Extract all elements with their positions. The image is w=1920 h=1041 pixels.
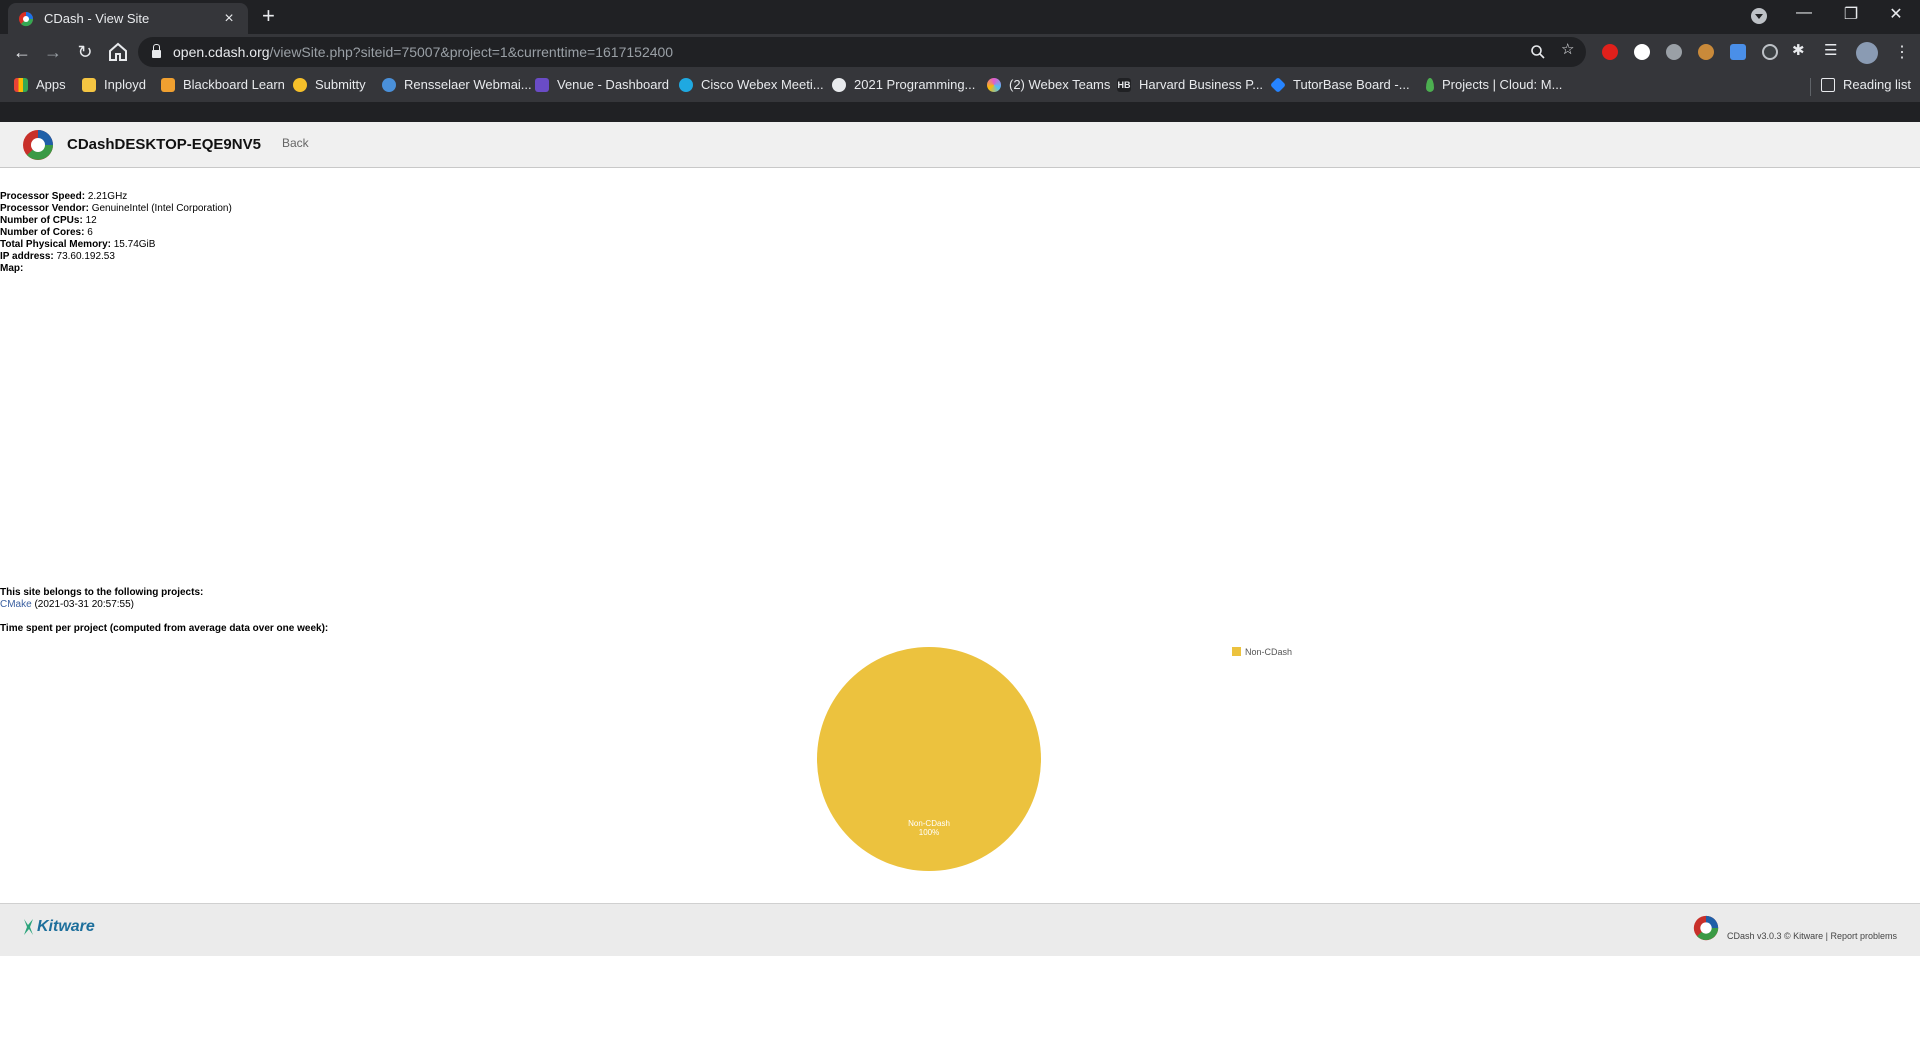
tab-search-icon[interactable]: [1751, 8, 1767, 24]
bookmarks-bar: Apps Inployd Blackboard Learn Submitty R…: [0, 70, 1920, 102]
kitware-logo[interactable]: Kitware: [22, 918, 95, 936]
bookmark-apps[interactable]: Apps: [14, 77, 66, 92]
info-row-map: Map:: [0, 263, 24, 274]
zoom-icon[interactable]: [1530, 44, 1546, 60]
bookmark-projects-cloud[interactable]: Projects | Cloud: M...: [1426, 77, 1562, 92]
extension-cookie-icon[interactable]: [1698, 44, 1714, 60]
browser-tab-strip: CDash - View Site × + — ❐ ✕: [0, 0, 1920, 34]
browser-toolbar: ← → ↻ open.cdash.org/viewSite.php?siteid…: [0, 34, 1920, 70]
browser-menu-icon[interactable]: ⋮: [1894, 42, 1910, 62]
browser-tab[interactable]: CDash - View Site ×: [8, 3, 248, 34]
kitware-label: Kitware: [37, 918, 95, 935]
apps-grid-icon: [14, 77, 28, 92]
bookmark-webex-teams[interactable]: (2) Webex Teams: [987, 77, 1110, 92]
page-footer: Kitware CDash v3.0.3 © Kitware | Report …: [0, 903, 1920, 956]
info-row-cores: Number of Cores: 6: [0, 227, 93, 238]
bookmark-venue[interactable]: Venue - Dashboard: [535, 77, 669, 92]
extension-white-icon[interactable]: [1634, 44, 1650, 60]
bookmark-programming[interactable]: 2021 Programming...: [832, 77, 975, 92]
browser-divider: [0, 102, 1920, 122]
webex-teams-icon: [987, 77, 1001, 92]
legend-label[interactable]: Non-CDash: [1245, 647, 1292, 657]
footer-version-text: CDash v3.0.3 © Kitware | Report problems: [1727, 931, 1898, 941]
extension-screen-icon[interactable]: [1730, 44, 1746, 60]
cdash-favicon-icon: [19, 11, 34, 26]
projects-heading: This site belongs to the following proje…: [0, 587, 204, 598]
back-link[interactable]: Back: [282, 136, 309, 150]
site-info: Processor Speed: 2.21GHz Processor Vendo…: [0, 191, 232, 275]
profile-avatar[interactable]: [1856, 42, 1878, 64]
cdash-header: CDashDESKTOP-EQE9NV5 Back: [0, 122, 1920, 168]
info-row-memory: Total Physical Memory: 15.74GiB: [0, 239, 156, 250]
github-icon: [832, 77, 846, 92]
projects-section: This site belongs to the following proje…: [0, 587, 328, 635]
info-row-ip: IP address: 73.60.192.53: [0, 251, 115, 262]
bookmark-harvard[interactable]: HB Harvard Business P...: [1117, 77, 1263, 92]
bookmark-rensselaer[interactable]: Rensselaer Webmai...: [382, 77, 532, 92]
reading-list-button[interactable]: Reading list: [1821, 77, 1911, 92]
home-icon[interactable]: [106, 40, 130, 64]
lock-icon: [152, 43, 161, 58]
url-path: /viewSite.php?siteid=75007&project=1&cur…: [269, 44, 674, 60]
bookmark-submitty[interactable]: Submitty: [293, 77, 366, 92]
site-title: CDashDESKTOP-EQE9NV5: [67, 136, 261, 153]
info-row-processor-speed: Processor Speed: 2.21GHz: [0, 191, 128, 202]
venue-icon: [535, 77, 549, 92]
project-date: (2021-03-31 20:57:55): [34, 599, 134, 610]
blackboard-icon: [161, 77, 175, 92]
info-row-processor-vendor: Processor Vendor: GenuineIntel (Intel Co…: [0, 203, 232, 214]
pie-slice-value-label: 100%: [919, 828, 939, 837]
back-arrow-icon[interactable]: ←: [10, 40, 34, 64]
tab-close-icon[interactable]: ×: [220, 10, 238, 28]
time-spent-chart: Non-CDash100%Non-CDash: [817, 647, 1292, 871]
extensions-puzzle-icon[interactable]: ✱: [1792, 41, 1805, 59]
bookmark-blackboard[interactable]: Blackboard Learn: [161, 77, 285, 92]
tab-title: CDash - View Site: [44, 11, 150, 26]
mail-icon: [382, 77, 396, 92]
bookmark-inployd[interactable]: Inployd: [82, 77, 146, 92]
bookmarks-divider: [1810, 78, 1811, 96]
forward-arrow-icon[interactable]: →: [41, 40, 65, 64]
extension-red-icon[interactable]: [1602, 44, 1618, 60]
extension-target-icon[interactable]: [1762, 44, 1778, 60]
reading-list-icon: [1821, 77, 1835, 92]
address-bar[interactable]: open.cdash.org/viewSite.php?siteid=75007…: [138, 37, 1586, 67]
project-link[interactable]: CMake: [0, 599, 32, 610]
info-row-cpus: Number of CPUs: 12: [0, 215, 97, 226]
minimize-icon[interactable]: —: [1784, 4, 1824, 22]
reload-icon[interactable]: ↻: [73, 40, 97, 64]
pie-slice-label: Non-CDash: [908, 819, 950, 828]
url-host: open.cdash.org: [173, 44, 270, 60]
bookmark-tutorbase[interactable]: TutorBase Board -...: [1270, 76, 1410, 93]
new-tab-button[interactable]: +: [262, 5, 275, 27]
extension-settings-icon[interactable]: [1666, 44, 1682, 60]
legend-swatch: [1232, 647, 1241, 656]
project-entry: CMake (2021-03-31 20:57:55): [0, 599, 328, 611]
duck-icon: [293, 77, 307, 92]
pie-slice[interactable]: [817, 647, 1041, 871]
hb-icon: HB: [1117, 77, 1131, 92]
cdash-footer-logo-icon: [1693, 915, 1719, 941]
leaf-icon: [1426, 77, 1434, 92]
webex-icon: [679, 77, 693, 92]
jira-icon: [1270, 76, 1286, 93]
media-control-icon[interactable]: ☰: [1824, 41, 1837, 59]
window-close-icon[interactable]: ✕: [1876, 4, 1916, 24]
bookmark-webex[interactable]: Cisco Webex Meeti...: [679, 77, 824, 92]
cdash-logo-icon[interactable]: [22, 129, 54, 161]
restore-icon[interactable]: ❐: [1831, 4, 1871, 24]
bookmark-icon: [82, 77, 96, 92]
bookmark-star-icon[interactable]: ☆: [1561, 40, 1574, 58]
kitware-icon: [24, 919, 33, 935]
